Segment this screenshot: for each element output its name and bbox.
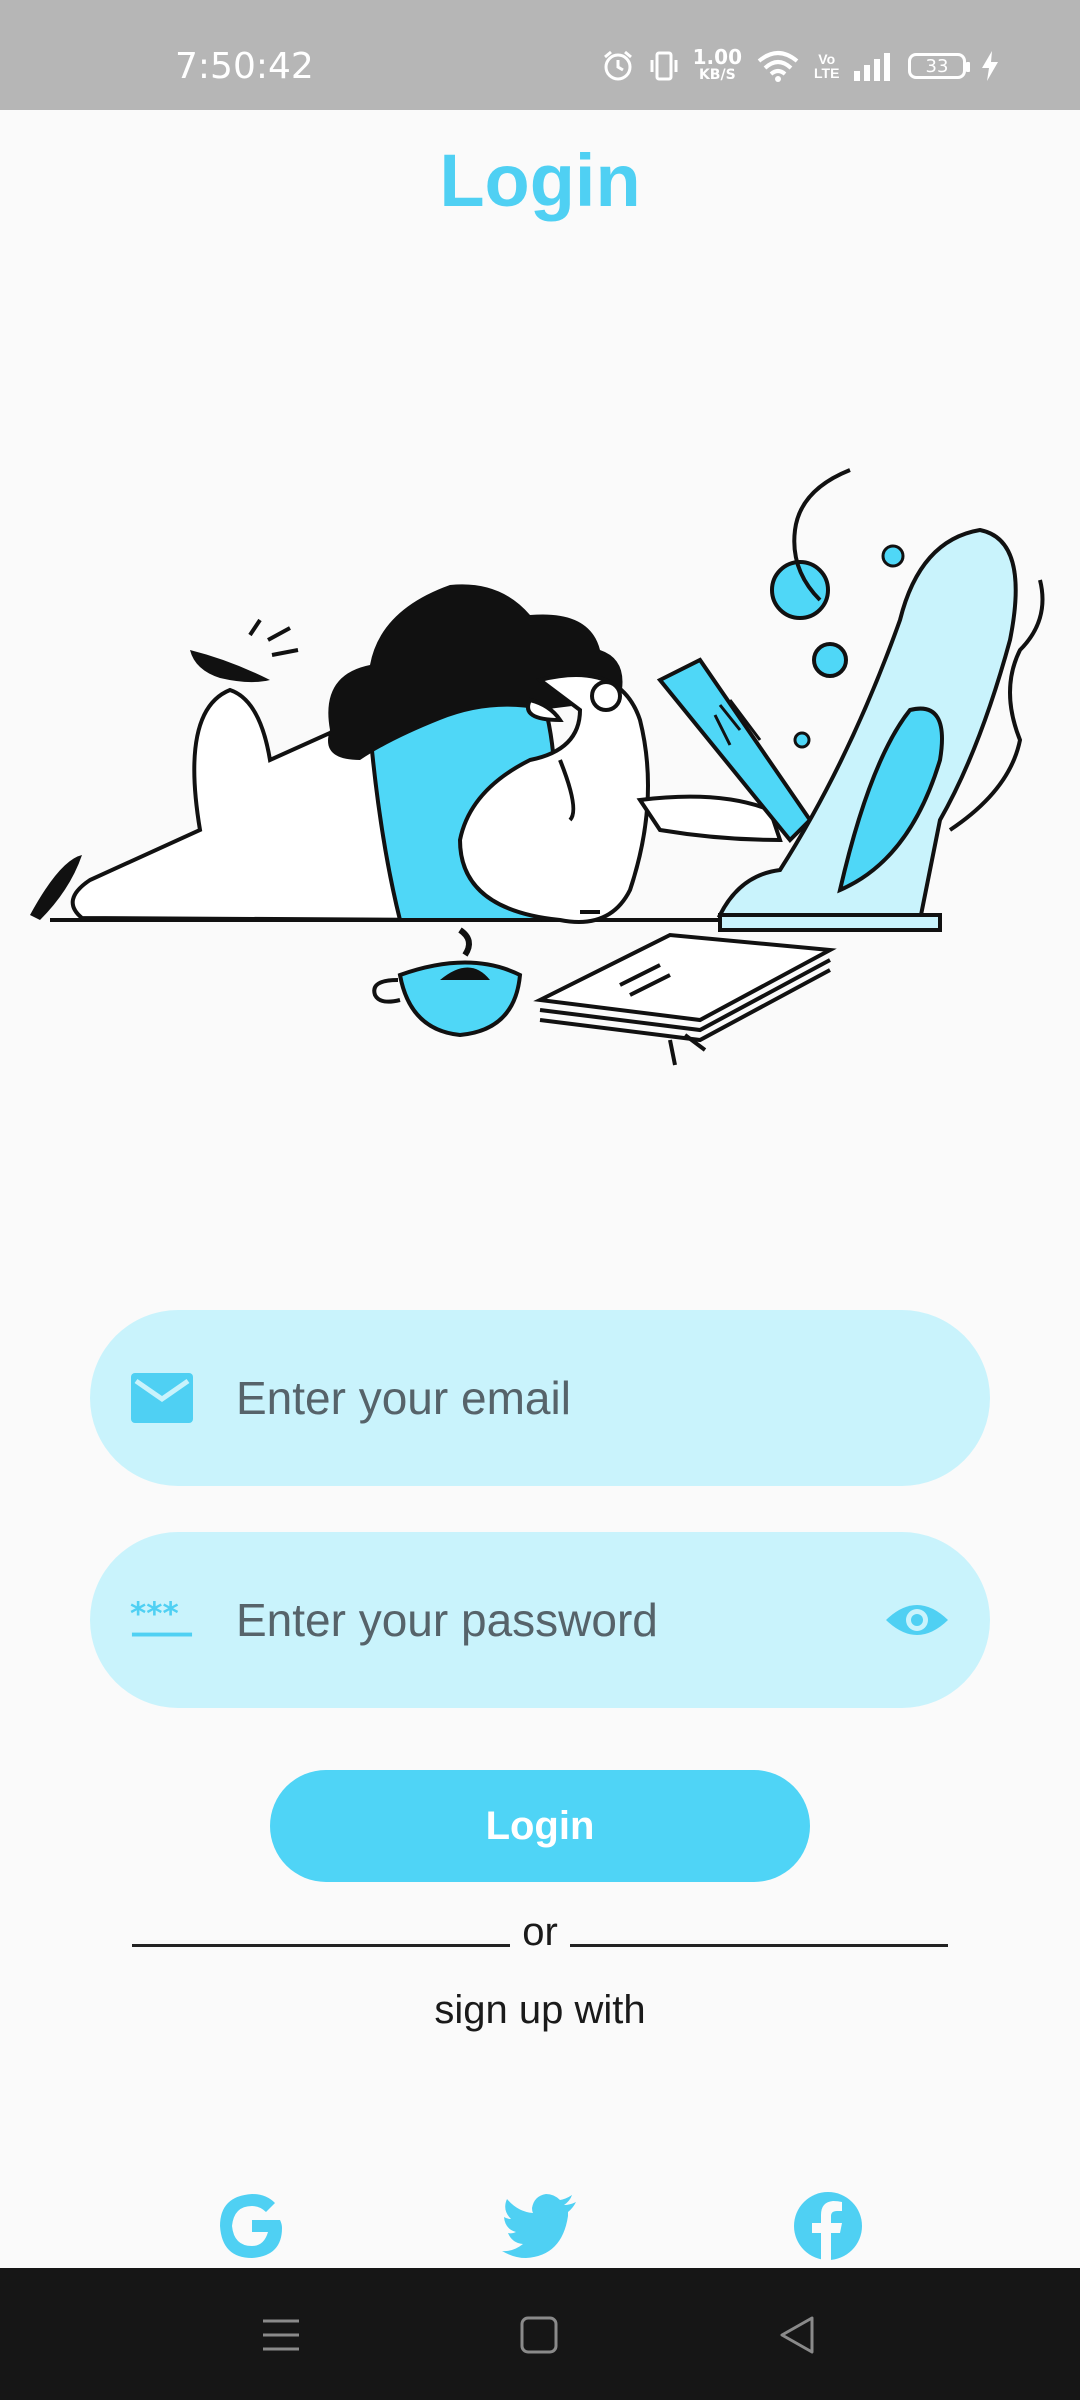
reading-person-illustration (30, 468, 1045, 1066)
alarm-icon (601, 49, 635, 83)
divider-text: or (522, 1910, 558, 1954)
vibrate-icon (649, 50, 679, 82)
wifi-icon (756, 49, 800, 83)
status-time: 7:50:42 (175, 46, 314, 87)
system-nav-bar (0, 2268, 1080, 2400)
status-bar: 7:50:42 1.00 KB/S Vo LTE 33 (0, 0, 1080, 110)
page-title: Login (439, 139, 641, 222)
password-icon: *** (130, 1588, 194, 1652)
login-button[interactable]: Login (270, 1770, 810, 1882)
back-icon[interactable] (770, 2308, 824, 2362)
status-icons: 1.00 KB/S Vo LTE 33 (601, 45, 1000, 84)
email-field-container[interactable] (90, 1310, 990, 1486)
twitter-icon[interactable] (502, 2188, 578, 2264)
network-speed-value: 1.00 (692, 45, 742, 69)
charging-icon (980, 50, 1000, 82)
divider-line-left (132, 1944, 511, 1947)
password-field-container[interactable]: *** (90, 1532, 990, 1708)
password-input[interactable] (234, 1579, 870, 1661)
network-speed: 1.00 KB/S (692, 45, 742, 84)
signal-icon (852, 51, 894, 81)
email-icon (130, 1366, 194, 1430)
login-screen: 7:50:42 1.00 KB/S Vo LTE 33 Login Enter … (0, 0, 1080, 2400)
battery-icon: 33 (908, 53, 970, 79)
home-icon[interactable] (512, 2308, 566, 2362)
network-speed-unit: KB/S (698, 67, 736, 83)
signup-with-text: sign up with (434, 1988, 646, 2032)
eye-icon[interactable] (882, 1585, 952, 1655)
email-input[interactable] (234, 1357, 870, 1439)
svg-text:***: *** (130, 1600, 179, 1632)
menu-icon[interactable] (254, 2308, 308, 2362)
google-icon[interactable] (214, 2188, 290, 2264)
volte-icon: Vo LTE (814, 51, 840, 81)
or-divider: or (0, 1910, 1080, 1955)
facebook-icon[interactable] (790, 2188, 866, 2264)
divider-line-right (569, 1944, 948, 1947)
